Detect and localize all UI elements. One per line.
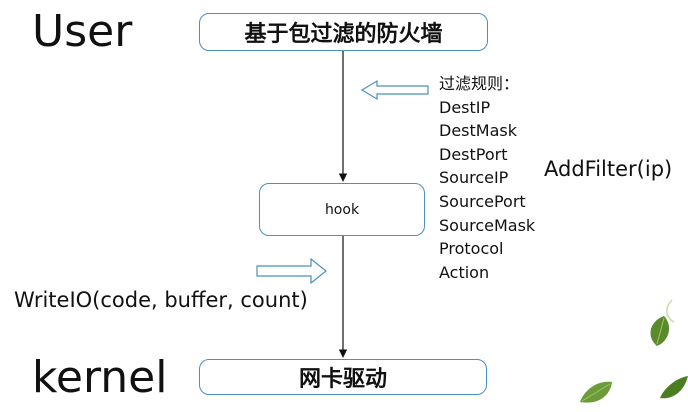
firewall-node: 基于包过滤的防火墙 xyxy=(199,13,488,51)
hook-node: hook xyxy=(259,183,425,236)
filter-rules-list: 过滤规则： DestIP DestMask DestPort SourceIP … xyxy=(439,72,535,284)
filter-rule-item: SourceIP xyxy=(439,168,509,188)
filter-rule-item: SourceMask xyxy=(439,215,536,235)
add-filter-call-label: AddFilter(ip) xyxy=(544,157,673,181)
hook-node-label: hook xyxy=(324,201,360,218)
filter-rule-item: DestMask xyxy=(439,121,517,141)
write-io-call-label: WriteIO(code, buffer, count) xyxy=(14,288,308,312)
filter-rule-item: Action xyxy=(439,262,490,282)
kernel-space-label: kernel xyxy=(32,352,168,403)
left-hollow-arrow-icon xyxy=(360,79,429,101)
filter-rule-item: Protocol xyxy=(439,239,504,259)
right-hollow-arrow-icon xyxy=(256,257,327,285)
firewall-node-label: 基于包过滤的防火墙 xyxy=(244,22,443,47)
nic-driver-node-label: 网卡驱动 xyxy=(298,367,387,392)
filter-rule-item: SourcePort xyxy=(439,191,526,211)
nic-driver-node: 网卡驱动 xyxy=(199,359,487,395)
user-space-label: User xyxy=(32,6,133,57)
filter-rule-item: DestPort xyxy=(439,144,508,164)
filter-rule-item: DestIP xyxy=(439,97,491,117)
leaf-decoration-icon xyxy=(580,299,688,403)
filter-rules-heading: 过滤规则： xyxy=(439,74,520,93)
